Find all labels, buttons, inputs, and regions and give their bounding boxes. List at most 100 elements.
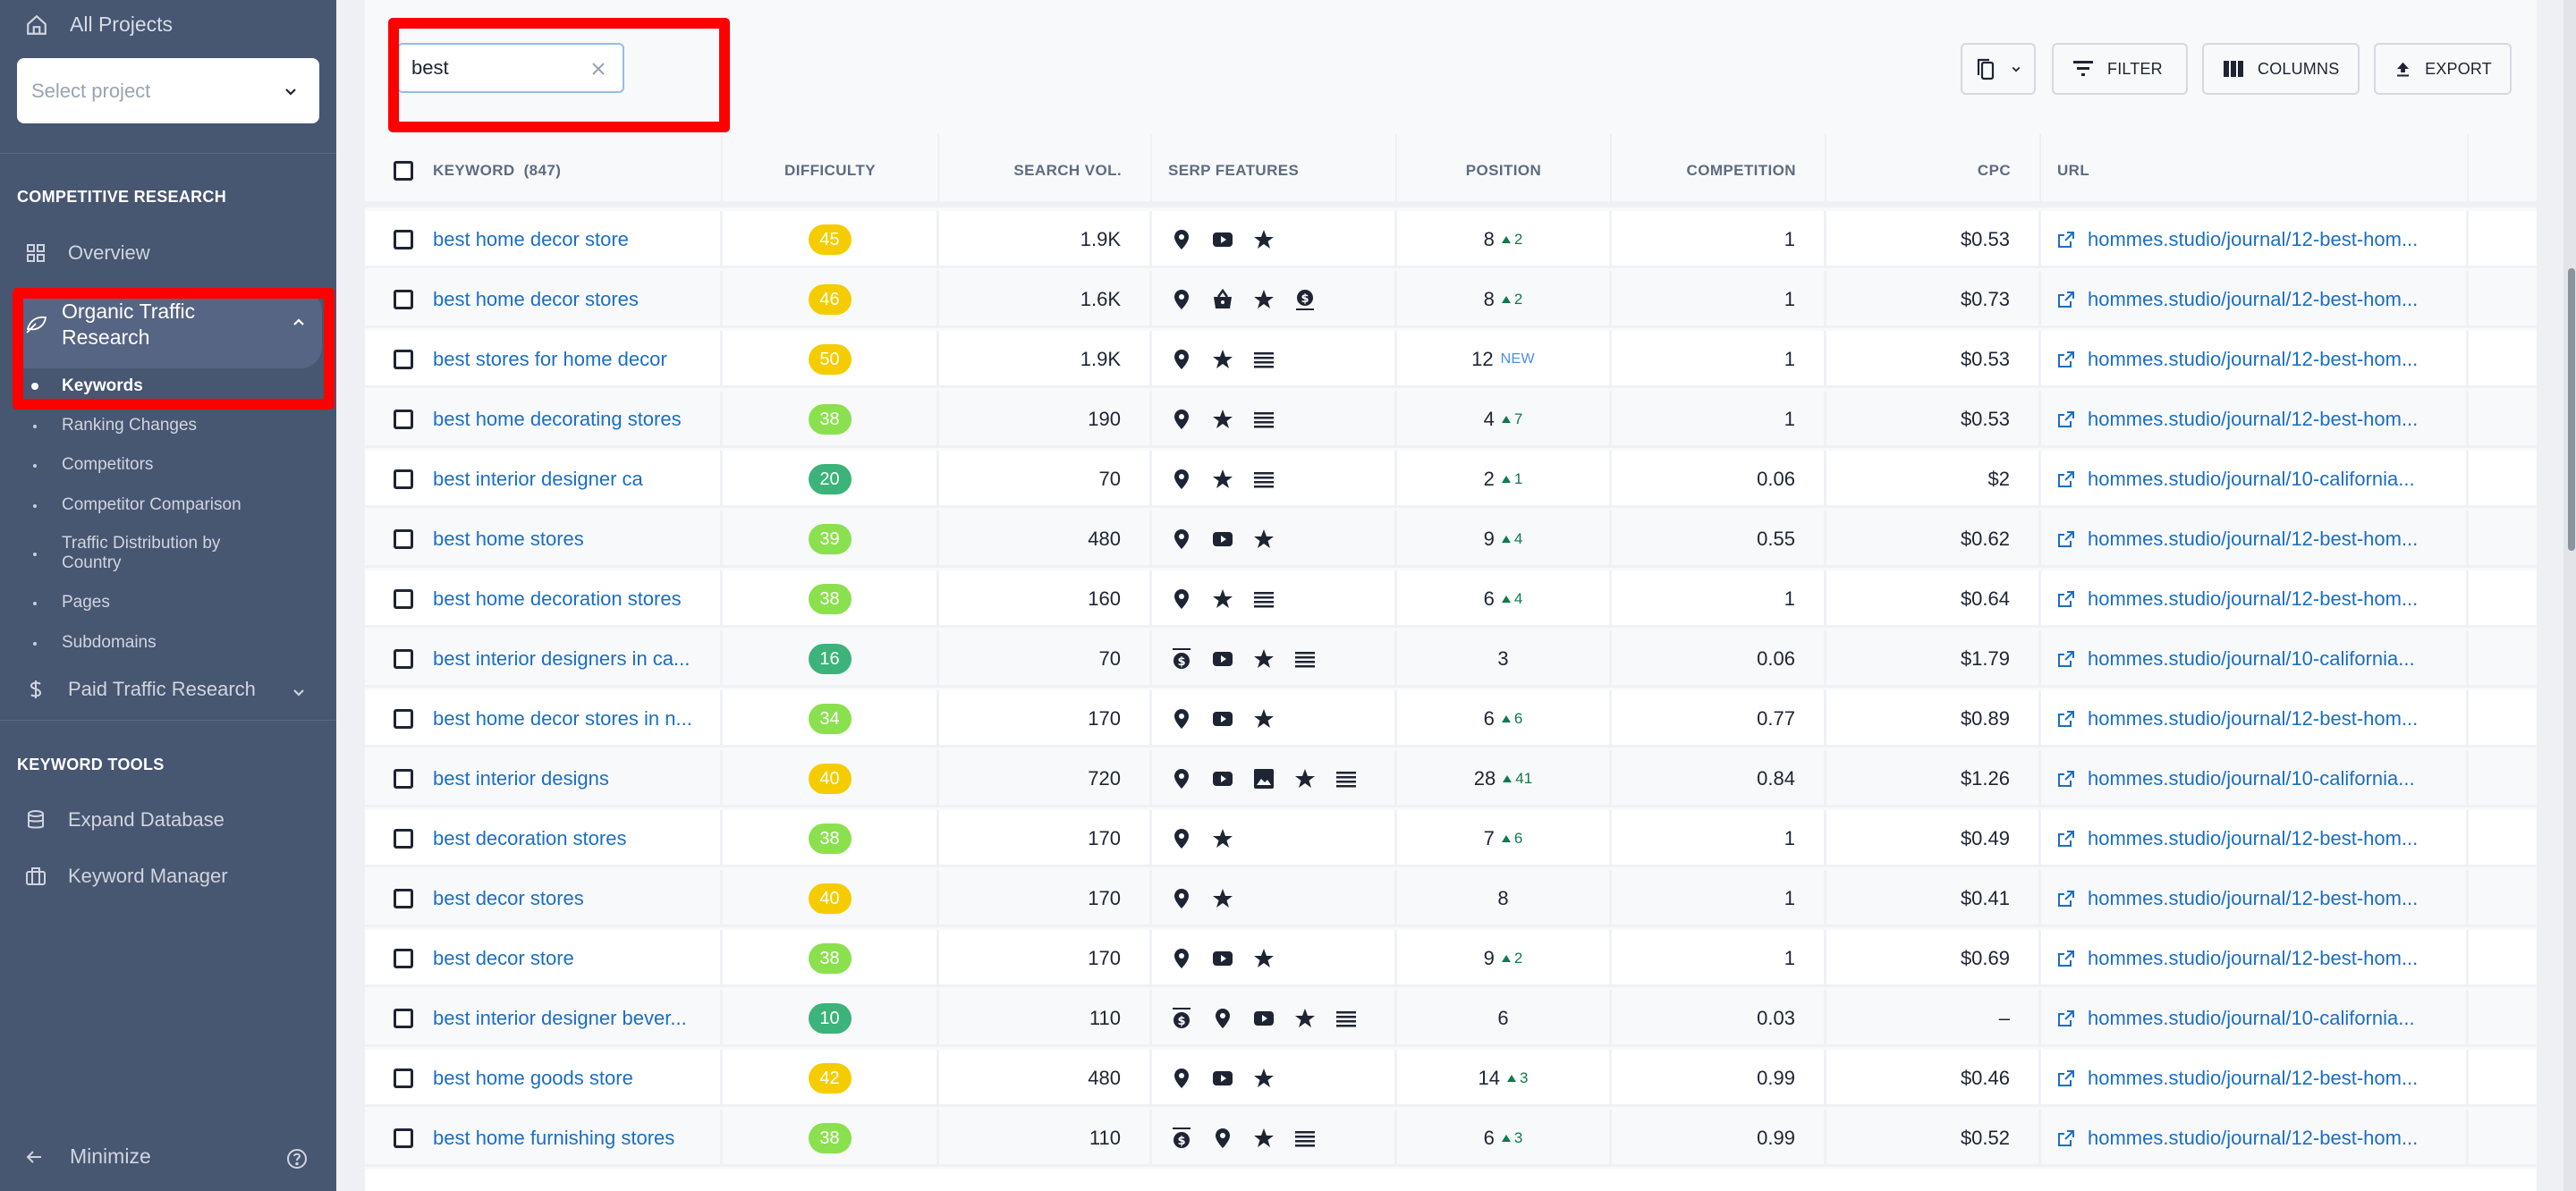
table-row[interactable]: best home decor stores 46 1.6K $8 2 1 $0.73 hom… xyxy=(365,271,2537,328)
keyword-link[interactable]: best interior designer bever... xyxy=(433,1007,687,1030)
keyword-link[interactable]: best home decor store xyxy=(433,228,629,251)
minimize-button[interactable]: Minimize xyxy=(25,1145,151,1169)
table-row[interactable]: best stores for home decor 50 1.9K 12 NEW 1 $0… xyxy=(365,331,2537,388)
keyword-link[interactable]: best home decorating stores xyxy=(433,408,682,431)
keyword-link[interactable]: best interior designer ca xyxy=(433,468,643,491)
url-link[interactable]: hommes.studio/journal/10-california... xyxy=(2041,647,2415,671)
select-all-checkbox[interactable] xyxy=(394,161,413,181)
table-row[interactable]: best home goods store 42 480 14 3 0.99 $0.46 ho… xyxy=(365,1050,2537,1107)
table-row[interactable]: best decor stores 40 170 8 1 $0.41 hommes.stud… xyxy=(365,870,2537,927)
keyword-link[interactable]: best decoration stores xyxy=(433,827,626,850)
select-project-dropdown[interactable]: Select project xyxy=(17,58,319,123)
export-button[interactable]: EXPORT xyxy=(2374,43,2512,95)
url-link[interactable]: hommes.studio/journal/12-best-hom... xyxy=(2041,348,2418,371)
url-link[interactable]: hommes.studio/journal/12-best-hom... xyxy=(2041,947,2418,970)
row-checkbox[interactable] xyxy=(394,469,413,489)
column-header-url[interactable]: URL xyxy=(2041,134,2469,207)
keyword-link[interactable]: best home decor stores xyxy=(433,288,639,311)
sidebar-group-paid-traffic-research[interactable]: Paid Traffic Research xyxy=(25,678,256,701)
row-checkbox[interactable] xyxy=(394,829,413,849)
sidebar-subitem-competitors[interactable]: Competitors xyxy=(62,455,153,475)
sidebar-item-overview[interactable]: Overview xyxy=(25,241,150,265)
keyword-link[interactable]: best home stores xyxy=(433,528,584,551)
column-header-search-vol[interactable]: SEARCH VOL. xyxy=(939,134,1152,207)
table-row[interactable]: best home decorating stores 38 190 4 7 1 $0.53… xyxy=(365,391,2537,448)
copy-dropdown-button[interactable] xyxy=(1961,43,2036,95)
table-row[interactable]: best home furnishing stores 38 110 $6 3 0.99 $… xyxy=(365,1110,2537,1167)
chevron-up-icon[interactable] xyxy=(292,315,306,329)
keyword-link[interactable]: best home decoration stores xyxy=(433,587,682,611)
row-checkbox[interactable] xyxy=(394,889,413,908)
column-header-competition[interactable]: COMPETITION xyxy=(1612,134,1826,207)
column-header-position[interactable]: POSITION xyxy=(1397,134,1612,207)
row-checkbox[interactable] xyxy=(394,230,413,249)
keyword-link[interactable]: best stores for home decor xyxy=(433,348,667,371)
keyword-link[interactable]: best decor store xyxy=(433,947,574,970)
sidebar-subitem-subdomains[interactable]: Subdomains xyxy=(62,633,157,653)
url-link[interactable]: hommes.studio/journal/12-best-hom... xyxy=(2041,528,2418,551)
column-header-keyword[interactable]: KEYWORD (847) xyxy=(365,134,723,207)
url-link[interactable]: hommes.studio/journal/12-best-hom... xyxy=(2041,288,2418,311)
sidebar-group-organic-traffic-research[interactable]: Organic Traffic Research xyxy=(62,299,267,351)
filter-button[interactable]: FILTER xyxy=(2052,43,2188,95)
row-checkbox[interactable] xyxy=(394,290,413,309)
sidebar-item-expand-database[interactable]: Expand Database xyxy=(25,808,225,832)
row-checkbox[interactable] xyxy=(394,1009,413,1028)
column-header-serp-features[interactable]: SERP FEATURES xyxy=(1152,134,1397,207)
url-link[interactable]: hommes.studio/journal/10-california... xyxy=(2041,1007,2415,1030)
keyword-link[interactable]: best interior designs xyxy=(433,767,609,790)
url-link[interactable]: hommes.studio/journal/12-best-hom... xyxy=(2041,1067,2418,1090)
row-checkbox[interactable] xyxy=(394,589,413,609)
keyword-link[interactable]: best interior designers in ca... xyxy=(433,647,690,671)
clear-icon[interactable] xyxy=(590,61,606,77)
sidebar-subitem-competitor-comparison[interactable]: Competitor Comparison xyxy=(62,495,242,515)
keyword-link[interactable]: best decor stores xyxy=(433,887,584,910)
url-link[interactable]: hommes.studio/journal/12-best-hom... xyxy=(2041,408,2418,431)
table-row[interactable]: best interior designer ca 20 70 2 1 0.06 $2 hom… xyxy=(365,451,2537,508)
keyword-link[interactable]: best home furnishing stores xyxy=(433,1127,674,1150)
table-row[interactable]: best home decor store 45 1.9K 8 2 1 $0.53 homme… xyxy=(365,211,2537,268)
column-header-cpc[interactable]: CPC xyxy=(1826,134,2041,207)
column-header-difficulty[interactable]: DIFFICULTY xyxy=(723,134,939,207)
url-link[interactable]: hommes.studio/journal/12-best-hom... xyxy=(2041,707,2418,731)
row-checkbox[interactable] xyxy=(394,949,413,968)
keyword-link[interactable]: best home goods store xyxy=(433,1067,633,1090)
row-checkbox[interactable] xyxy=(394,1069,413,1088)
table-row[interactable]: best home stores 39 480 9 4 0.55 $0.62 hommes.s… xyxy=(365,511,2537,568)
table-row[interactable]: best interior designer bever... 10 110 $6 0.… xyxy=(365,990,2537,1047)
row-checkbox[interactable] xyxy=(394,709,413,729)
url-link[interactable]: hommes.studio/journal/10-california... xyxy=(2041,468,2415,491)
url-link[interactable]: hommes.studio/journal/12-best-hom... xyxy=(2041,587,2418,611)
all-projects-link[interactable]: All Projects xyxy=(25,13,173,37)
sidebar-subitem-traffic-distribution[interactable]: Traffic Distribution by Country xyxy=(62,534,258,573)
keyword-search-field[interactable] xyxy=(397,43,624,93)
row-checkbox[interactable] xyxy=(394,769,413,789)
chevron-down-icon[interactable] xyxy=(292,685,306,699)
help-icon[interactable] xyxy=(286,1148,308,1170)
url-link[interactable]: hommes.studio/journal/12-best-hom... xyxy=(2041,887,2418,910)
row-checkbox[interactable] xyxy=(394,410,413,429)
scrollbar-track[interactable] xyxy=(2563,0,2576,1191)
table-row[interactable]: best home decoration stores 38 160 6 4 1 $0.64… xyxy=(365,570,2537,628)
sidebar-subitem-ranking-changes[interactable]: Ranking Changes xyxy=(62,416,197,435)
row-checkbox[interactable] xyxy=(394,1128,413,1148)
table-row[interactable]: best home decor stores in n... 34 170 6 6 0.7… xyxy=(365,690,2537,748)
row-checkbox[interactable] xyxy=(394,649,413,669)
table-row[interactable]: best interior designers in ca... 16 70 $3 0.… xyxy=(365,630,2537,688)
row-checkbox[interactable] xyxy=(394,350,413,369)
table-row[interactable]: best interior designs 40 720 28 41 0.84 $1.26 h… xyxy=(365,750,2537,807)
sidebar-subitem-pages[interactable]: Pages xyxy=(62,593,110,612)
url-link[interactable]: hommes.studio/journal/12-best-hom... xyxy=(2041,228,2418,251)
scrollbar-thumb[interactable] xyxy=(2568,268,2575,551)
sidebar-subitem-keywords[interactable]: Keywords xyxy=(62,376,143,396)
table-row[interactable]: best decoration stores 38 170 7 6 1 $0.49 homme… xyxy=(365,810,2537,867)
sidebar-item-keyword-manager[interactable]: Keyword Manager xyxy=(25,865,228,888)
columns-button[interactable]: COLUMNS xyxy=(2202,43,2360,95)
url-link[interactable]: hommes.studio/journal/12-best-hom... xyxy=(2041,827,2418,850)
keyword-search-input[interactable] xyxy=(411,56,581,80)
keyword-link[interactable]: best home decor stores in n... xyxy=(433,707,692,731)
url-link[interactable]: hommes.studio/journal/12-best-hom... xyxy=(2041,1127,2418,1150)
table-row[interactable]: best decor store 38 170 9 2 1 $0.69 hommes.stud… xyxy=(365,930,2537,987)
url-link[interactable]: hommes.studio/journal/10-california... xyxy=(2041,767,2415,790)
row-checkbox[interactable] xyxy=(394,529,413,549)
